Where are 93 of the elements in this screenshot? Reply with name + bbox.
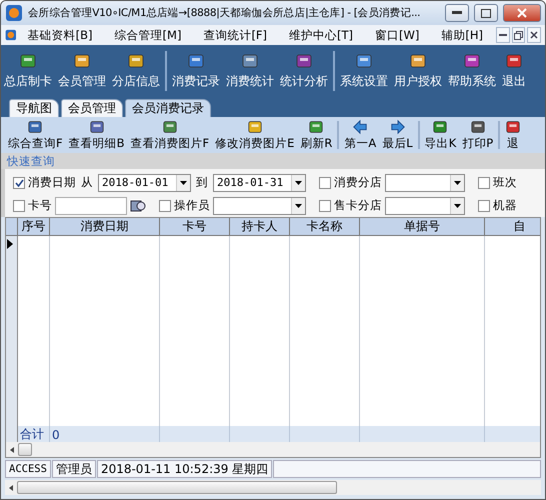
input-field[interactable] bbox=[55, 196, 127, 214]
checkbox-label: 操作员 bbox=[174, 198, 210, 213]
checkbox[interactable] bbox=[478, 200, 490, 212]
dropdown[interactable] bbox=[213, 196, 306, 214]
checkbox-label: 机器 bbox=[493, 198, 517, 213]
status-field: 管理员 bbox=[52, 460, 96, 478]
status-field: 2018-01-11 10:52:39 星期四 bbox=[96, 460, 272, 478]
checkbox-label: 卡号 bbox=[28, 198, 52, 213]
window-title: 会所综合管理V10∘IC/M1总店端→[8888|天都瑜伽会所总店|主仓库] - [会员消费记... bbox=[28, 6, 422, 20]
row-pointer-icon bbox=[6, 238, 14, 250]
toolbar-button[interactable]: 消费记录 bbox=[169, 47, 223, 95]
column-header[interactable]: 持卡人 bbox=[230, 218, 290, 236]
maximize-button[interactable] bbox=[474, 4, 498, 22]
toolbar-button[interactable]: 用户授权 bbox=[391, 47, 445, 95]
scroll-left-icon[interactable] bbox=[8, 446, 16, 454]
dropdown[interactable]: 2018-01-01 bbox=[98, 174, 191, 192]
scroll-thumb[interactable] bbox=[17, 481, 337, 494]
app-logo-icon bbox=[5, 27, 17, 43]
minimize-button[interactable] bbox=[445, 4, 469, 22]
column-header[interactable]: 单据号 bbox=[360, 218, 485, 236]
checkbox[interactable] bbox=[159, 200, 171, 212]
caret-icon bbox=[454, 180, 461, 184]
checkbox[interactable] bbox=[478, 176, 490, 188]
dropdown[interactable] bbox=[385, 196, 465, 214]
tab[interactable]: 会员消费记录 bbox=[125, 99, 211, 117]
toolbar-button[interactable]: 帮助系统 bbox=[445, 47, 499, 95]
left-arrow-icon bbox=[352, 119, 368, 135]
toolbar-button[interactable]: 退 bbox=[502, 117, 524, 153]
scroll-thumb[interactable] bbox=[18, 443, 32, 456]
toolbar-button[interactable]: 查看明细B bbox=[66, 117, 128, 153]
close-button[interactable] bbox=[527, 27, 541, 43]
filter-label: 到 bbox=[195, 175, 209, 190]
caret-icon bbox=[294, 180, 302, 184]
column-header[interactable]: 卡名称 bbox=[290, 218, 360, 236]
tab[interactable]: 会员管理 bbox=[61, 99, 123, 117]
column-header[interactable]: 卡号 bbox=[160, 218, 230, 236]
menu-item[interactable]: 窗口[W] bbox=[364, 28, 430, 42]
filter-label: 从 bbox=[80, 175, 94, 190]
column-header[interactable]: 序号 bbox=[18, 218, 50, 236]
caret-icon bbox=[454, 204, 461, 208]
toolbar-button[interactable]: 最后L bbox=[379, 117, 416, 153]
maximize-icon bbox=[481, 8, 491, 18]
dropdown[interactable]: 2018-01-31 bbox=[213, 174, 306, 192]
close-icon bbox=[530, 31, 538, 39]
dropdown[interactable] bbox=[385, 174, 465, 192]
caret-icon bbox=[180, 180, 187, 184]
column-header[interactable]: 消费日期 bbox=[50, 218, 160, 236]
checkbox[interactable] bbox=[13, 176, 25, 188]
column-header[interactable]: 自 bbox=[485, 218, 540, 236]
scroll-left-icon[interactable] bbox=[7, 484, 15, 492]
menu-item[interactable]: 查询统计[F] bbox=[192, 28, 278, 42]
toolbar-button[interactable]: 刷新R bbox=[297, 117, 336, 153]
checkbox[interactable] bbox=[13, 200, 25, 212]
app-logo-icon bbox=[5, 4, 23, 22]
restore-icon bbox=[514, 30, 523, 40]
checkbox[interactable] bbox=[319, 176, 331, 188]
menu-item[interactable]: 辅助[H] bbox=[430, 28, 494, 42]
minimize-icon bbox=[452, 11, 462, 15]
menu-item[interactable]: 综合管理[M] bbox=[104, 28, 192, 42]
header-corner bbox=[6, 218, 18, 236]
toolbar-button[interactable]: 统计分析 bbox=[277, 47, 331, 95]
toolbar-button[interactable]: 综合查询F bbox=[5, 117, 66, 153]
toolbar-button[interactable]: 打印P bbox=[459, 117, 496, 153]
checkbox-label: 消费日期 bbox=[28, 175, 76, 190]
check-mark-icon bbox=[14, 178, 24, 186]
menu-item[interactable]: 基础资料[B] bbox=[16, 28, 104, 42]
toolbar-button[interactable]: 分店信息 bbox=[109, 47, 163, 95]
toolbar-button[interactable]: 查看消费图片F bbox=[128, 117, 212, 153]
minimize-button[interactable] bbox=[496, 27, 510, 43]
horizontal-scrollbar[interactable] bbox=[6, 442, 540, 457]
toolbar-button[interactable]: 消费统计 bbox=[223, 47, 277, 95]
checkbox-label: 班次 bbox=[493, 175, 517, 190]
close-button[interactable] bbox=[503, 4, 541, 22]
checkbox-label: 消费分店 bbox=[334, 175, 382, 190]
toolbar-button[interactable]: 退出 bbox=[499, 47, 529, 95]
toolbar-button[interactable]: 第一A bbox=[341, 117, 380, 153]
caret-icon bbox=[295, 204, 302, 208]
right-arrow-icon bbox=[390, 119, 406, 135]
tab[interactable]: 导航图 bbox=[9, 99, 59, 117]
minimize-icon bbox=[498, 34, 507, 36]
toolbar-button[interactable]: 导出K bbox=[422, 117, 460, 153]
toolbar-button[interactable]: 系统设置 bbox=[337, 47, 391, 95]
toolbar-button[interactable]: 修改消费图片E bbox=[212, 117, 298, 153]
checkbox-label: 售卡分店 bbox=[334, 198, 382, 213]
toolbar-button[interactable]: 会员管理 bbox=[55, 47, 109, 95]
status-field: ACCESS bbox=[5, 460, 51, 478]
close-icon bbox=[517, 8, 527, 18]
horizontal-scrollbar[interactable] bbox=[5, 480, 541, 495]
restore-button[interactable] bbox=[512, 27, 526, 43]
menu-item[interactable]: 维护中心[T] bbox=[278, 28, 364, 42]
checkbox[interactable] bbox=[319, 200, 331, 212]
toolbar-button[interactable]: 总店制卡 bbox=[1, 47, 55, 95]
lookup-icon[interactable] bbox=[130, 198, 146, 212]
